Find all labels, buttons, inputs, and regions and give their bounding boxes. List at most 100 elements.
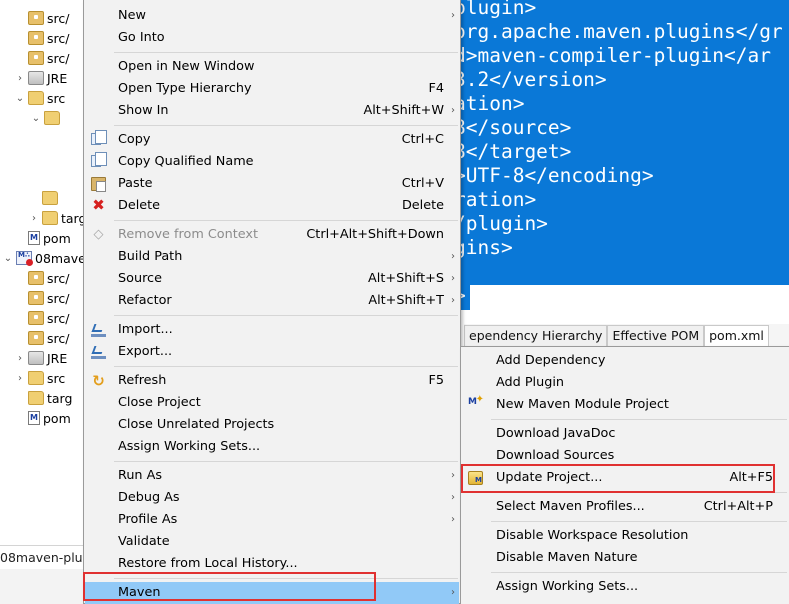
bottom-left-panel bbox=[0, 569, 84, 604]
tree-item[interactable]: › JRE bbox=[14, 348, 67, 368]
menu-item-copy[interactable]: Copy Ctrl+C bbox=[85, 129, 459, 151]
expand-toggle-icon[interactable]: › bbox=[28, 212, 40, 224]
menu-item-label: Debug As bbox=[118, 490, 180, 505]
menu-item-refresh[interactable]: ↻ Refresh F5 bbox=[85, 370, 459, 392]
menu-item-remove-from-context[interactable]: ◇ Remove from Context Ctrl+Alt+Shift+Down bbox=[85, 224, 459, 246]
menu-item-new[interactable]: New › bbox=[85, 5, 459, 27]
tree-item[interactable]: src/ bbox=[28, 28, 69, 48]
tree-item[interactable]: ⌄ src bbox=[14, 88, 65, 108]
menu-item-import[interactable]: Import... bbox=[85, 319, 459, 341]
menu-item-restore-from-local-history[interactable]: Restore from Local History... bbox=[85, 553, 459, 575]
tree-item-label: src/ bbox=[47, 50, 70, 66]
menu-item-assign-working-sets[interactable]: Assign Working Sets... bbox=[462, 576, 788, 598]
menu-item-shortcut: Ctrl+C bbox=[401, 132, 444, 147]
remove-context-icon: ◇ bbox=[93, 227, 104, 242]
submenu-arrow-icon: › bbox=[451, 295, 455, 306]
menu-item-refactor[interactable]: Refactor Alt+Shift+T › bbox=[85, 290, 459, 312]
expand-toggle-icon[interactable]: ⌄ bbox=[30, 112, 42, 124]
menu-item-add-dependency[interactable]: Add Dependency bbox=[462, 350, 788, 372]
menu-item-close-unrelated-projects[interactable]: Close Unrelated Projects bbox=[85, 414, 459, 436]
expand-toggle-icon[interactable]: › bbox=[14, 352, 26, 364]
editor-footer-area bbox=[470, 285, 789, 310]
menu-item-new-maven-module-project[interactable]: M New Maven Module Project bbox=[462, 394, 788, 416]
tree-item[interactable]: › JRE bbox=[14, 68, 67, 88]
package-icon bbox=[28, 311, 44, 325]
menu-item-open-type-hierarchy[interactable]: Open Type Hierarchy F4 bbox=[85, 78, 459, 100]
tree-item-label: pom bbox=[43, 410, 71, 426]
expand-toggle-icon[interactable]: › bbox=[14, 72, 26, 84]
code-line: gins> bbox=[454, 236, 513, 259]
menu-item-label: Download Sources bbox=[496, 448, 615, 463]
menu-separator bbox=[114, 315, 458, 316]
menu-item-label: Validate bbox=[118, 534, 170, 549]
menu-item-download-sources[interactable]: Download Sources bbox=[462, 445, 788, 467]
tree-item[interactable]: src/ bbox=[28, 288, 69, 308]
menu-item-label: Export... bbox=[118, 344, 173, 359]
folder-icon bbox=[44, 111, 60, 125]
menu-item-go-into[interactable]: Go Into bbox=[85, 27, 459, 49]
tree-item-label: src/ bbox=[47, 30, 70, 46]
menu-item-source[interactable]: Source Alt+Shift+S › bbox=[85, 268, 459, 290]
menu-item-profile-as[interactable]: Profile As › bbox=[85, 509, 459, 531]
menu-item-run-as[interactable]: Run As › bbox=[85, 465, 459, 487]
menu-item-label: Refresh bbox=[118, 373, 167, 388]
menu-item-disable-workspace-resolution[interactable]: Disable Workspace Resolution bbox=[462, 525, 788, 547]
code-line: ation> bbox=[454, 92, 525, 115]
submenu-arrow-icon: › bbox=[451, 492, 455, 503]
package-icon bbox=[28, 291, 44, 305]
menu-separator bbox=[114, 220, 458, 221]
menu-item-open-in-new-window[interactable]: Open in New Window bbox=[85, 56, 459, 78]
tree-item[interactable]: Mpom bbox=[28, 228, 71, 248]
tree-item[interactable]: targ bbox=[28, 388, 72, 408]
project-explorer: src/src/src/› JRE ⌄ src ⌄ › targ Mpom ⌄ M∴ 08mave s… bbox=[0, 0, 84, 545]
menu-item-update-project[interactable]: Update Project... Alt+F5 bbox=[462, 467, 788, 489]
menu-item-copy-qualified-name[interactable]: Copy Qualified Name bbox=[85, 151, 459, 173]
code-line: /plugin> bbox=[454, 212, 548, 235]
menu-item-export[interactable]: Export... bbox=[85, 341, 459, 363]
menu-item-add-plugin[interactable]: Add Plugin bbox=[462, 372, 788, 394]
tree-item[interactable]: › targ bbox=[28, 208, 84, 228]
tree-item-label: src/ bbox=[47, 270, 70, 286]
expand-toggle-icon[interactable]: ⌄ bbox=[2, 252, 14, 264]
expand-toggle-icon[interactable]: ⌄ bbox=[14, 92, 26, 104]
tab-effective-pom[interactable]: Effective POM bbox=[607, 325, 705, 346]
menu-item-close-project[interactable]: Close Project bbox=[85, 392, 459, 414]
menu-item-download-javadoc[interactable]: Download JavaDoc bbox=[462, 423, 788, 445]
tree-item[interactable]: src/ bbox=[28, 48, 69, 68]
menu-item-assign-working-sets[interactable]: Assign Working Sets... bbox=[85, 436, 459, 458]
tab-dependency-hierarchy[interactable]: ependency Hierarchy bbox=[464, 325, 608, 346]
menu-item-label: Disable Workspace Resolution bbox=[496, 528, 689, 543]
expand-toggle-icon[interactable]: › bbox=[14, 372, 26, 384]
menu-item-shortcut: Alt+Shift+W bbox=[363, 103, 444, 118]
menu-item-validate[interactable]: Validate bbox=[85, 531, 459, 553]
menu-item-debug-as[interactable]: Debug As › bbox=[85, 487, 459, 509]
menu-item-shortcut: F5 bbox=[428, 373, 444, 388]
tree-item[interactable] bbox=[42, 188, 61, 208]
menu-item-label: Go Into bbox=[118, 30, 165, 45]
menu-item-select-maven-profiles[interactable]: Select Maven Profiles... Ctrl+Alt+P bbox=[462, 496, 788, 518]
package-icon bbox=[28, 271, 44, 285]
tree-item[interactable]: src/ bbox=[28, 308, 69, 328]
tree-item[interactable]: src/ bbox=[28, 328, 69, 348]
tree-item[interactable]: ⌄ M∴ 08mave bbox=[2, 248, 84, 268]
menu-item-delete[interactable]: ✖ Delete Delete bbox=[85, 195, 459, 217]
submenu-arrow-icon: › bbox=[451, 105, 455, 116]
tree-item-label: src bbox=[47, 90, 66, 106]
bottom-project-label[interactable]: 08maven-plug bbox=[0, 547, 84, 569]
tree-item-label: JRE bbox=[47, 350, 68, 366]
menu-item-show-in[interactable]: Show In Alt+Shift+W › bbox=[85, 100, 459, 122]
tab-pom-xml[interactable]: pom.xml bbox=[704, 325, 769, 346]
menu-item-maven[interactable]: Maven › bbox=[85, 582, 459, 604]
menu-item-label: Profile As bbox=[118, 512, 178, 527]
tree-item[interactable]: src/ bbox=[28, 268, 69, 288]
menu-item-paste[interactable]: Paste Ctrl+V bbox=[85, 173, 459, 195]
menu-item-label: Restore from Local History... bbox=[118, 556, 298, 571]
tree-item[interactable]: › src bbox=[14, 368, 65, 388]
tree-item[interactable]: ⌄ bbox=[30, 108, 63, 128]
tree-item[interactable]: src/ bbox=[28, 8, 69, 28]
menu-item-label: Add Dependency bbox=[496, 353, 606, 368]
copy-qualified-icon bbox=[91, 152, 107, 167]
tree-item[interactable]: Mpom bbox=[28, 408, 71, 428]
menu-item-build-path[interactable]: Build Path › bbox=[85, 246, 459, 268]
menu-item-disable-maven-nature[interactable]: Disable Maven Nature bbox=[462, 547, 788, 569]
